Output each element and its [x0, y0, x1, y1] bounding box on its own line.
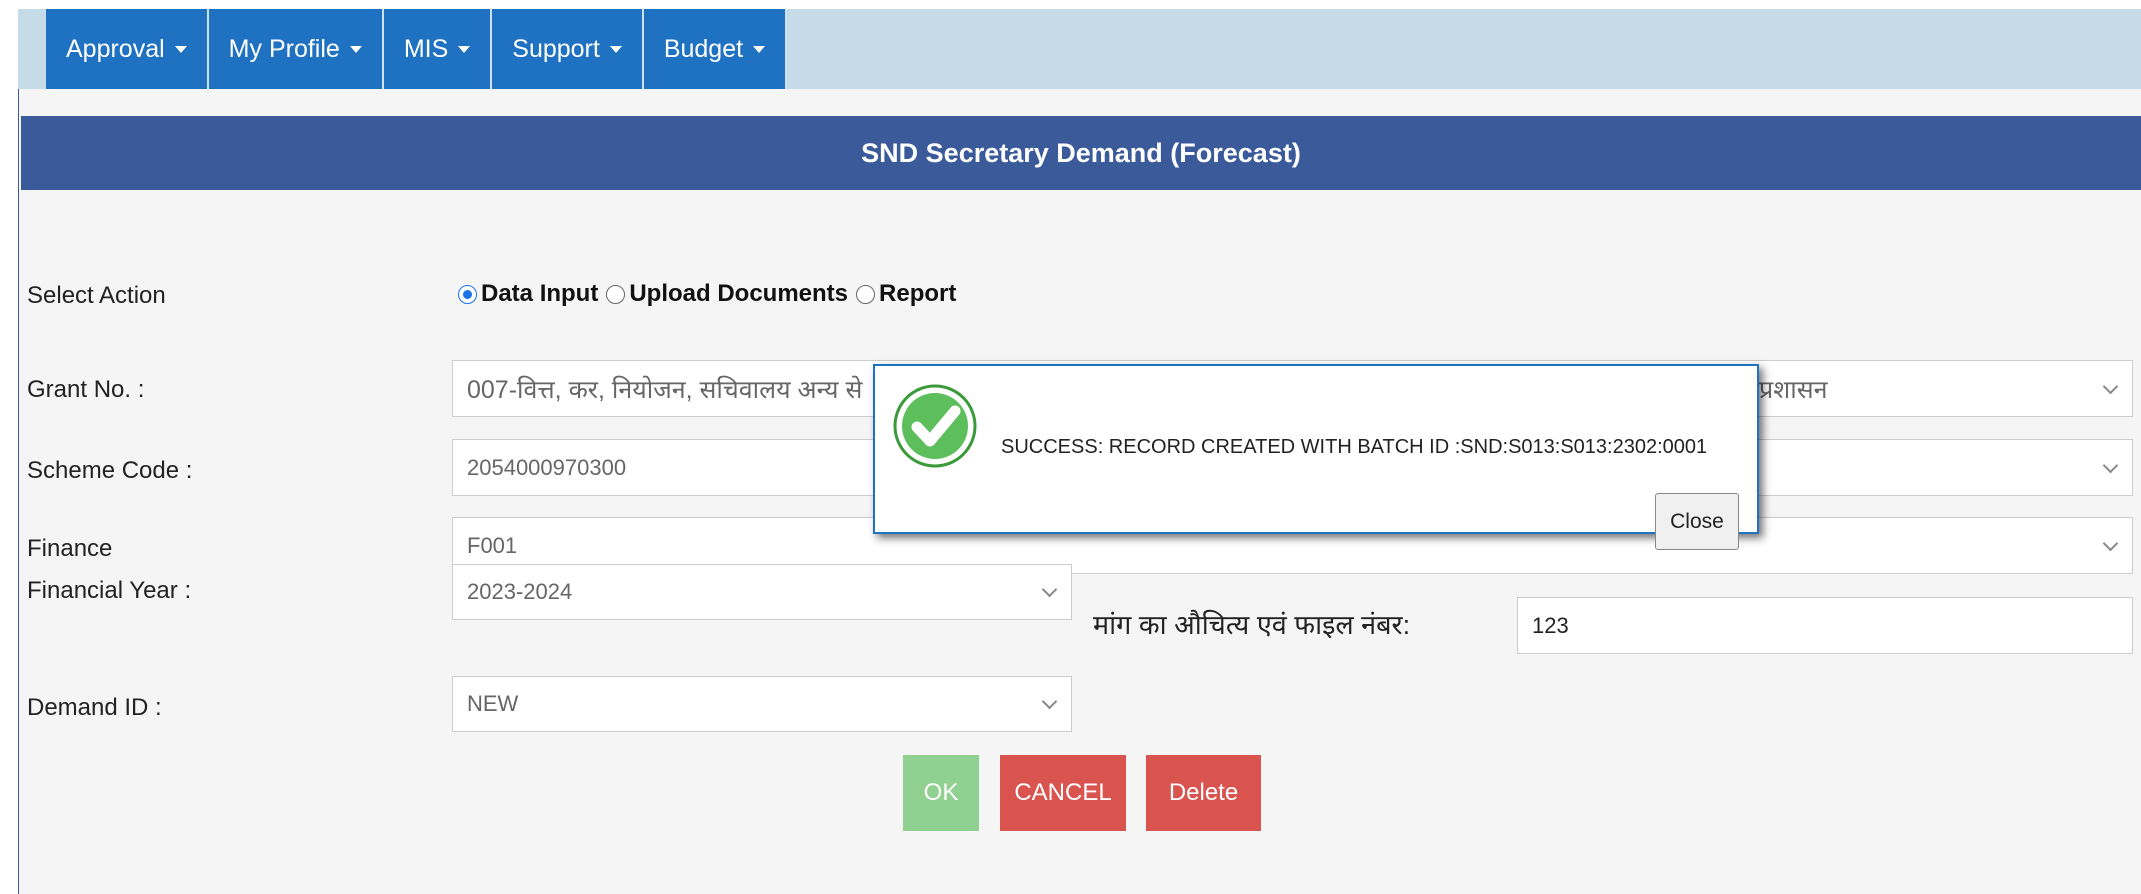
- success-message: SUCCESS: RECORD CREATED WITH BATCH ID :S…: [1001, 436, 1708, 458]
- caret-down-icon: [753, 45, 766, 53]
- radio-unchecked-icon[interactable]: [856, 284, 876, 304]
- grant-no-label: Grant No. :: [27, 376, 145, 403]
- cancel-button[interactable]: CANCEL: [1000, 755, 1126, 831]
- nav-support[interactable]: Support: [492, 9, 644, 89]
- main-nav: Approval My Profile MIS Support Budget: [46, 9, 788, 89]
- demand-id-select[interactable]: NEW: [452, 676, 1072, 732]
- caret-down-icon: [349, 45, 362, 53]
- radio-report[interactable]: Report: [856, 280, 956, 308]
- ok-button[interactable]: OK: [903, 755, 979, 831]
- finance-label: Finance: [27, 535, 113, 562]
- radio-unchecked-icon[interactable]: [606, 284, 626, 304]
- nav-approval[interactable]: Approval: [46, 9, 209, 89]
- justification-label: मांग का औचित्य एवं फाइल नंबर:: [1093, 610, 1411, 640]
- success-check-icon: [893, 384, 977, 468]
- delete-button[interactable]: Delete: [1146, 755, 1261, 831]
- radio-upload-documents[interactable]: Upload Documents: [606, 280, 848, 308]
- nav-mis[interactable]: MIS: [383, 9, 493, 89]
- action-radio-group: Data Input Upload Documents Report: [458, 280, 964, 308]
- radio-data-input[interactable]: Data Input: [458, 280, 598, 308]
- caret-down-icon: [458, 45, 471, 53]
- demand-id-label: Demand ID :: [27, 694, 162, 721]
- financial-year-label: Financial Year :: [27, 577, 192, 604]
- scheme-code-label: Scheme Code :: [27, 457, 193, 484]
- radio-checked-icon[interactable]: [458, 284, 477, 304]
- success-dialog: SUCCESS: RECORD CREATED WITH BATCH ID :S…: [873, 364, 1759, 550]
- page-title: SND Secretary Demand (Forecast): [21, 116, 2141, 190]
- nav-my-profile[interactable]: My Profile: [208, 9, 384, 89]
- caret-down-icon: [174, 45, 187, 53]
- nav-budget[interactable]: Budget: [643, 9, 788, 89]
- justification-input[interactable]: 123: [1517, 597, 2133, 654]
- select-action-label: Select Action: [27, 282, 166, 309]
- caret-down-icon: [609, 45, 622, 53]
- close-button[interactable]: Close: [1655, 493, 1739, 550]
- financial-year-select[interactable]: 2023-2024: [452, 564, 1072, 620]
